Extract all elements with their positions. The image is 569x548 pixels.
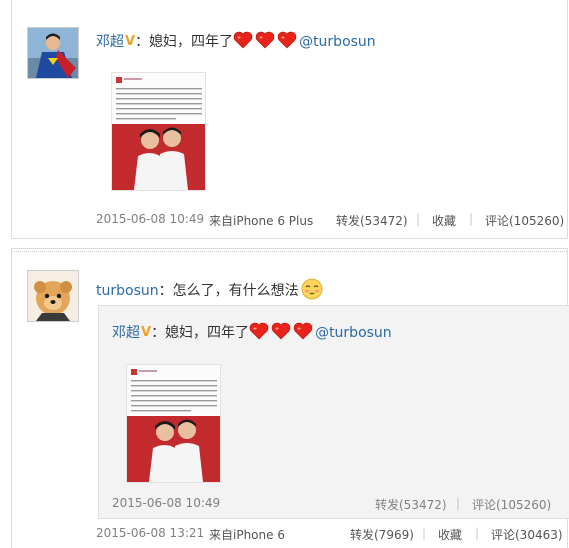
- author-name-link[interactable]: turbosun: [96, 283, 159, 299]
- couple-photo-graphic: [134, 127, 188, 190]
- quoted-repost-link[interactable]: 转发(53472): [375, 496, 447, 513]
- post-text: 媳妇，四年了: [165, 325, 250, 341]
- couple-photo: [127, 416, 220, 482]
- post-time[interactable]: 2015-06-08 13:21: [96, 526, 204, 540]
- post-text: 媳妇，四年了: [149, 34, 234, 50]
- mention-link[interactable]: @turbosun: [299, 34, 376, 50]
- post-text: 怎么了，有什么想法: [172, 283, 299, 299]
- favorite-button[interactable]: 收藏: [438, 526, 462, 543]
- colon: ：: [135, 34, 150, 50]
- repost-button[interactable]: 转发(53472): [336, 212, 408, 229]
- author-avatar[interactable]: [27, 270, 79, 322]
- text-lines-graphic: [131, 369, 217, 412]
- action-separator: |: [469, 212, 474, 226]
- weibo-post-card: 邓超V：媳妇，四年了 @turbosun 2015-06-08 10:49 来自…: [11, 0, 568, 239]
- couple-photo-graphic: [149, 419, 203, 482]
- heart-emoji-icon: [271, 322, 291, 340]
- author-name-link[interactable]: 邓超: [96, 34, 124, 50]
- screenshot-text-area: [112, 73, 205, 123]
- shy-face-emoji-icon: [301, 278, 323, 300]
- superman-avatar-icon: [28, 28, 78, 78]
- action-separator: |: [475, 526, 480, 540]
- colon: ：: [158, 283, 173, 299]
- post-image-thumbnail[interactable]: [111, 72, 206, 191]
- post-image-thumbnail[interactable]: [126, 364, 221, 483]
- quoted-comment-link[interactable]: 评论(105260): [472, 496, 551, 513]
- comment-button[interactable]: 评论(30463): [491, 526, 563, 543]
- screenshot-text-area: [127, 365, 220, 415]
- heart-emoji-icon: [255, 31, 275, 49]
- quoted-post-time[interactable]: 2015-06-08 10:49: [112, 496, 220, 510]
- reposted-original-post: 邓超V：媳妇，四年了 @turbosun 2015-06-08 10:49 转发…: [98, 305, 569, 519]
- action-separator: |: [422, 526, 427, 540]
- heart-emoji-icon: [249, 322, 269, 340]
- heart-emoji-icon: [293, 322, 313, 340]
- post-time[interactable]: 2015-06-08 10:49: [96, 212, 204, 226]
- v-badge-icon: V: [125, 34, 136, 49]
- comment-button[interactable]: 评论(105260): [485, 212, 564, 229]
- colon: ：: [151, 325, 166, 341]
- post-source[interactable]: 来自iPhone 6: [209, 526, 285, 543]
- divider: [12, 251, 567, 252]
- action-separator: |: [456, 496, 461, 510]
- author-avatar[interactable]: [27, 27, 79, 79]
- heart-emoji-icon: [233, 31, 253, 49]
- couple-photo: [112, 124, 205, 190]
- heart-emoji-icon: [277, 31, 297, 49]
- mention-link[interactable]: @turbosun: [315, 325, 392, 341]
- dog-avatar-icon: [28, 271, 78, 321]
- author-name-link[interactable]: 邓超: [112, 325, 140, 341]
- favorite-button[interactable]: 收藏: [432, 212, 456, 229]
- weibo-post-card: turbosun：怎么了，有什么想法 邓超V：媳妇，四年了@turbosun: [11, 248, 569, 548]
- action-separator: |: [416, 212, 421, 226]
- post-source[interactable]: 来自iPhone 6 Plus: [209, 212, 313, 229]
- quoted-post-text-line: 邓超V：媳妇，四年了 @turbosun: [112, 322, 392, 342]
- text-lines-graphic: [116, 77, 202, 120]
- repost-button[interactable]: 转发(7969): [350, 526, 414, 543]
- post-text-line: 邓超V：媳妇，四年了 @turbosun: [96, 31, 376, 51]
- v-badge-icon: V: [141, 325, 152, 340]
- post-text-line: turbosun：怎么了，有什么想法: [96, 278, 323, 300]
